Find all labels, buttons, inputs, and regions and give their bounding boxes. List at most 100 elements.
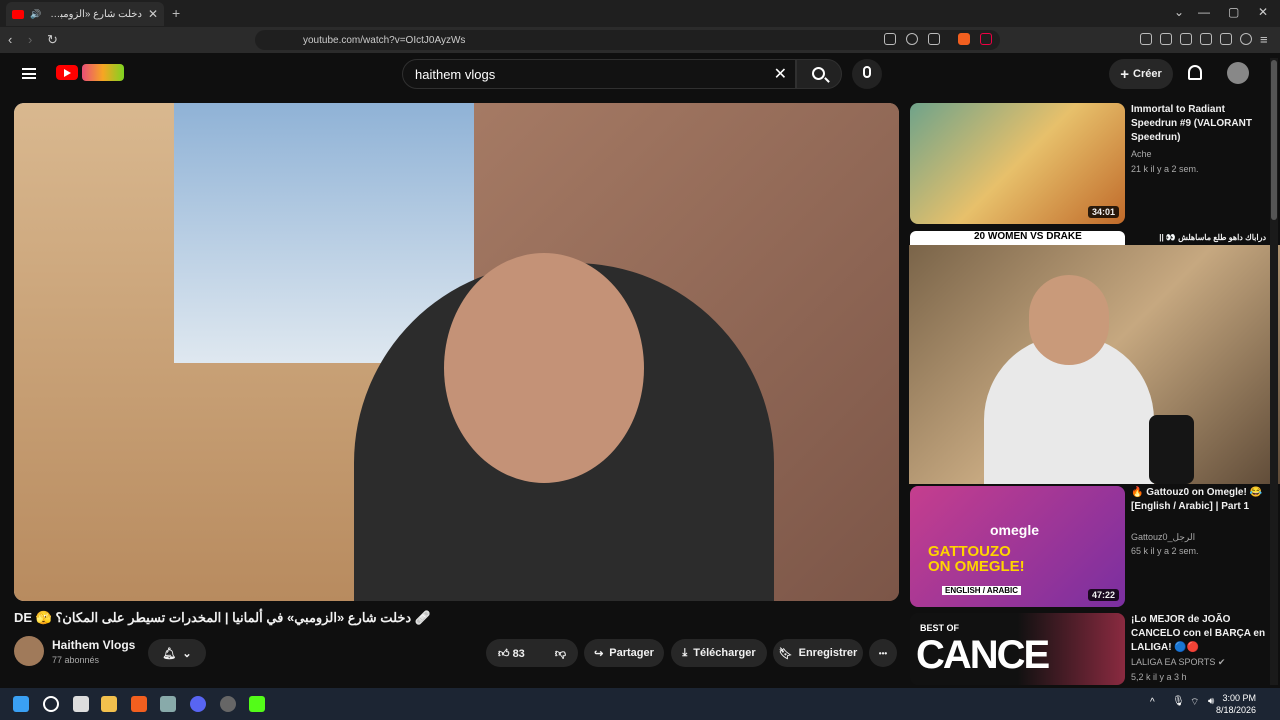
browser-tabbar: 🔊 دخلت شارع «الزومبي» في ألمانيا ✕ + ⌄ —… (0, 0, 1280, 27)
related-video-channel[interactable]: Ache (1131, 149, 1152, 159)
microphone-icon (863, 66, 871, 78)
zoom-icon[interactable] (906, 33, 918, 45)
window-close-icon[interactable]: ✕ (1258, 5, 1268, 19)
clock-time: 3:00 PM (1222, 693, 1256, 703)
dislike-button[interactable]: 👎︎ (555, 647, 566, 660)
translate-icon[interactable] (884, 33, 896, 45)
vpn-icon[interactable] (1240, 33, 1252, 45)
wifi-icon[interactable]: ⌔ (1190, 696, 1199, 709)
forward-icon[interactable]: › (28, 32, 32, 47)
microphone-tray-icon[interactable]: 🎙︎ (1172, 696, 1185, 707)
related-video-title[interactable]: ¡Lo MEJOR de JOÃO CANCELO con el BARÇA e… (1131, 613, 1266, 655)
like-dislike-group: 👍︎ 83 👎︎ (486, 639, 578, 667)
reload-icon[interactable]: ↻ (47, 32, 58, 48)
related-video-title[interactable]: دراباك داهو طلع ماساهلش 👀 || (1131, 231, 1266, 245)
voice-search-button[interactable] (852, 59, 882, 89)
cast-icon[interactable] (928, 33, 940, 45)
video-thumbnail[interactable]: BEST OF CANCE (910, 613, 1125, 685)
share-label: Partager (609, 647, 654, 659)
search-icon[interactable] (43, 696, 59, 712)
tab-title: دخلت شارع «الزومبي» في ألمانيا (47, 8, 142, 20)
clock-date: 8/18/2026 (1215, 705, 1256, 715)
tab-close-icon[interactable]: ✕ (148, 7, 158, 21)
create-button[interactable]: + Créer (1109, 59, 1173, 89)
pip-microphone (1149, 415, 1194, 484)
account-avatar[interactable] (1227, 62, 1249, 84)
picture-in-picture-video[interactable] (909, 245, 1280, 484)
back-icon[interactable]: ‹ (8, 32, 12, 47)
minimize-icon[interactable]: — (1198, 5, 1210, 19)
url-text: youtube.com/watch?v=OIctJ0AyzWs (303, 34, 466, 46)
related-video-item[interactable]: omegle GATTOUZO ON OMEGLE! ENGLISH / ARA… (910, 486, 1270, 607)
channel-name[interactable]: Haithem Vlogs (52, 638, 135, 652)
app-icon[interactable] (160, 696, 176, 712)
youtube-doodle[interactable] (82, 64, 124, 81)
scrollbar-thumb[interactable] (1271, 60, 1277, 220)
related-video-meta: 65 k il y a 2 sem. (1131, 546, 1199, 556)
windows-start-icon[interactable] (13, 696, 29, 712)
brave-shield-icon[interactable] (958, 33, 970, 45)
youtube-favicon-icon (12, 9, 24, 19)
more-icon: ••• (878, 648, 888, 658)
file-explorer-icon[interactable] (101, 696, 117, 712)
more-actions-button[interactable]: ••• (869, 639, 897, 667)
related-video-title[interactable]: Immortal to Radiant Speedrun #9 (VALORAN… (1131, 103, 1266, 145)
hamburger-menu-icon[interactable] (22, 68, 36, 79)
channel-avatar[interactable] (14, 636, 44, 666)
kick-icon[interactable] (249, 696, 265, 712)
subscribed-button[interactable]: 🔔︎ ⌄ (148, 639, 206, 667)
related-video-item[interactable]: BEST OF CANCE ¡Lo MEJOR de JOÃO CANCELO … (910, 613, 1270, 685)
new-tab-button[interactable]: + (172, 5, 180, 21)
thumbnail-logo: omegle (990, 522, 1040, 538)
thumbnail-text: GATTOUZO ON OMEGLE! (928, 543, 1025, 575)
video-thumbnail[interactable]: 20 WOMEN VS DRAKE (910, 231, 1125, 245)
browser-tab[interactable]: 🔊 دخلت شارع «الزومبي» في ألمانيا ✕ (6, 2, 164, 26)
leo-ai-icon[interactable] (1220, 33, 1232, 45)
like-button[interactable]: 👍︎ 83 (498, 647, 525, 660)
pip-person-head (1029, 275, 1109, 365)
video-duration: 34:01 (1087, 206, 1119, 218)
menu-icon[interactable]: ≡ (1260, 32, 1268, 47)
related-video-channel[interactable]: Gattouz0_الرجل (1131, 532, 1195, 543)
related-video-channel[interactable]: LALIGA EA SPORTS ✔ (1131, 657, 1225, 668)
downloads-icon[interactable] (1140, 33, 1152, 45)
search-input[interactable]: haithem vlogs ✕ (402, 59, 796, 89)
tray-chevron-icon[interactable]: ^ (1150, 697, 1155, 708)
plus-icon: + (1120, 65, 1129, 83)
maximize-icon[interactable]: ▢ (1228, 5, 1239, 19)
video-thumbnail[interactable]: omegle GATTOUZO ON OMEGLE! ENGLISH / ARA… (910, 486, 1125, 607)
media-icon[interactable] (1160, 33, 1172, 45)
browser-toolbar: ‹ › ↻ ⊐ youtube.com/watch?v=OIctJ0AyzWs … (0, 27, 1280, 53)
sidebar-toggle-icon[interactable] (1180, 33, 1192, 45)
brave-rewards-icon[interactable] (980, 33, 992, 45)
volume-icon[interactable]: 🔊︎ (1208, 696, 1214, 707)
share-button[interactable]: ↪ Partager (584, 639, 664, 667)
save-button[interactable]: 🔖︎ Enregistrer (773, 639, 863, 667)
wallet-icon[interactable] (1200, 33, 1212, 45)
video-player[interactable] (14, 103, 899, 601)
search-icon (812, 67, 825, 80)
search-button[interactable] (796, 59, 842, 89)
download-button[interactable]: ⤓ Télécharger (671, 639, 767, 667)
thumbnail-banner: 20 WOMEN VS DRAKE (974, 231, 1082, 242)
search-clear-icon[interactable]: ✕ (774, 64, 787, 84)
chevron-down-icon: ⌄ (182, 647, 192, 660)
related-video-item[interactable]: 20 WOMEN VS DRAKE دراباك داهو طلع ماساهل… (910, 231, 1270, 245)
task-view-icon[interactable] (73, 696, 89, 712)
share-icon: ↪ (594, 647, 604, 660)
windows-taskbar: ^ 🎙︎ ⌔ 🔊︎ 3:00 PM 8/18/2026 (0, 688, 1280, 720)
speaker-icon[interactable]: 🔊 (30, 9, 41, 20)
system-clock[interactable]: 3:00 PM 8/18/2026 (1216, 692, 1256, 716)
related-video-item[interactable]: 34:01 Immortal to Radiant Speedrun #9 (V… (910, 103, 1270, 224)
thumbnail-big-text: CANCE (916, 633, 1050, 677)
tab-list-icon[interactable]: ⌄ (1174, 5, 1184, 19)
related-video-title[interactable]: 🔥 Gattouz0 on Omegle! 😂 [English / Arabi… (1131, 486, 1266, 514)
obs-icon[interactable] (220, 696, 236, 712)
youtube-logo-icon[interactable] (56, 65, 78, 80)
thumbnail-text: BEST OF (920, 623, 960, 633)
brave-browser-icon[interactable] (131, 696, 147, 712)
discord-icon[interactable] (190, 696, 206, 712)
save-icon: 🔖︎ (778, 647, 793, 660)
notifications-icon[interactable] (1188, 65, 1202, 80)
video-thumbnail[interactable]: 34:01 (910, 103, 1125, 224)
